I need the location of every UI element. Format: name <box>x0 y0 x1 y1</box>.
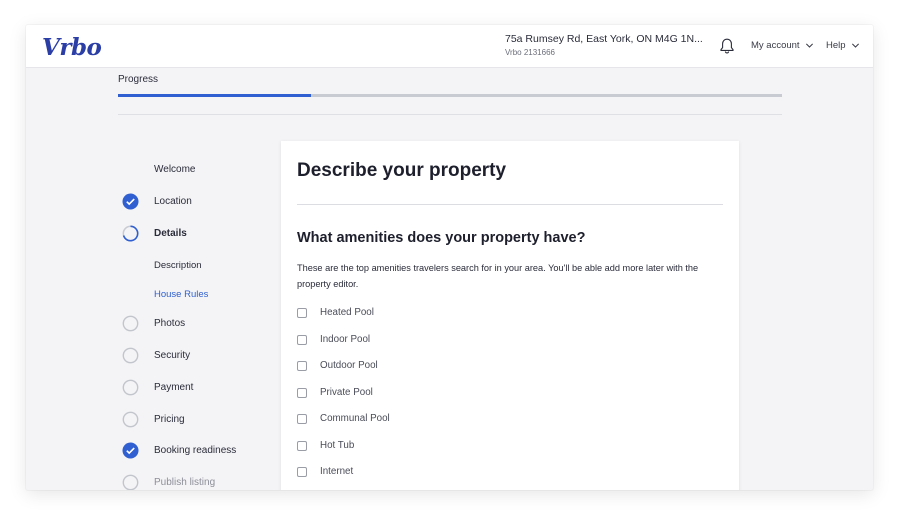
amenity-internet[interactable]: Internet <box>297 466 353 477</box>
property-address: 75a Rumsey Rd, East York, ON M4G 1N... <box>505 33 703 45</box>
amenity-label: Communal Pool <box>320 413 390 424</box>
empty-circle-icon <box>122 315 139 332</box>
step-label: Photos <box>154 318 186 329</box>
property-form-card: Describe your property What amenities do… <box>281 141 739 490</box>
checkbox[interactable] <box>297 360 307 371</box>
step-details[interactable]: Details <box>122 225 187 242</box>
step-payment[interactable]: Payment <box>122 379 193 396</box>
listing-id: Vrbo 2131666 <box>505 48 555 57</box>
substep-house-rules[interactable]: House Rules <box>122 286 208 303</box>
checkbox[interactable] <box>297 466 307 477</box>
divider <box>297 204 723 205</box>
step-label: Publish listing <box>154 477 216 488</box>
check-circle-icon <box>122 442 139 459</box>
step-label: Pricing <box>154 414 185 425</box>
progress-bar-fill <box>118 94 311 97</box>
step-label: Booking readiness <box>154 445 237 456</box>
step-location[interactable]: Location <box>122 193 192 210</box>
step-publish-listing[interactable]: Publish listing <box>122 474 215 490</box>
amenity-indoor-pool[interactable]: Indoor Pool <box>297 334 370 345</box>
page-title: Describe your property <box>297 160 507 181</box>
step-label: Location <box>154 196 192 207</box>
section-description: These are the top amenities travelers se… <box>297 263 699 289</box>
top-navigation-bar: Vrbo 75a Rumsey Rd, East York, ON M4G 1N… <box>26 25 873 68</box>
amenity-hot-tub[interactable]: Hot Tub <box>297 440 354 451</box>
step-label: Welcome <box>154 164 196 175</box>
amenity-private-pool[interactable]: Private Pool <box>297 387 373 398</box>
step-label: Payment <box>154 382 194 393</box>
step-security[interactable]: Security <box>122 347 190 364</box>
divider <box>118 114 782 115</box>
amenity-label: Internet <box>320 466 354 477</box>
step-label: Details <box>154 228 187 239</box>
step-booking-readiness[interactable]: Booking readiness <box>122 442 236 459</box>
empty-circle-icon <box>122 411 139 428</box>
checkbox[interactable] <box>297 413 307 424</box>
amenity-label: Hot Tub <box>320 440 355 451</box>
my-account-menu[interactable]: My account <box>751 40 814 51</box>
amenity-outdoor-pool[interactable]: Outdoor Pool <box>297 360 378 371</box>
empty-circle-icon <box>122 379 139 396</box>
step-label: House Rules <box>154 289 209 300</box>
step-label: Security <box>154 350 191 361</box>
step-photos[interactable]: Photos <box>122 315 185 332</box>
step-pricing[interactable]: Pricing <box>122 411 185 428</box>
app-window: Vrbo 75a Rumsey Rd, East York, ON M4G 1N… <box>26 25 873 490</box>
chevron-down-icon <box>851 43 859 48</box>
amenity-label: Heated Pool <box>320 307 374 318</box>
empty-circle-icon <box>122 474 139 490</box>
progress-label: Progress <box>118 74 159 85</box>
step-welcome[interactable]: Welcome <box>122 161 196 178</box>
empty-circle-icon <box>122 347 139 364</box>
chevron-down-icon <box>805 43 813 48</box>
help-label: Help <box>826 40 846 51</box>
checkbox[interactable] <box>297 307 307 318</box>
vrbo-logo[interactable]: Vrbo <box>42 34 102 61</box>
check-circle-icon <box>122 193 139 210</box>
section-heading: What amenities does your property have? <box>297 230 586 246</box>
checkbox[interactable] <box>297 334 307 345</box>
in-progress-circle-icon <box>122 225 139 242</box>
checkbox[interactable] <box>297 440 307 451</box>
bell-icon[interactable] <box>719 37 735 55</box>
amenity-label: Private Pool <box>320 387 373 398</box>
step-label: Description <box>154 260 202 271</box>
amenity-communal-pool[interactable]: Communal Pool <box>297 413 390 424</box>
help-menu[interactable]: Help <box>826 40 860 51</box>
property-address-block: 75a Rumsey Rd, East York, ON M4G 1N... V… <box>505 33 705 57</box>
my-account-label: My account <box>751 40 800 51</box>
amenity-label: Indoor Pool <box>320 334 371 345</box>
checkbox[interactable] <box>297 387 307 398</box>
amenity-label: Outdoor Pool <box>320 360 378 371</box>
amenity-heated-pool[interactable]: Heated Pool <box>297 307 374 318</box>
substep-description[interactable]: Description <box>122 257 202 274</box>
progress-bar <box>118 94 782 97</box>
